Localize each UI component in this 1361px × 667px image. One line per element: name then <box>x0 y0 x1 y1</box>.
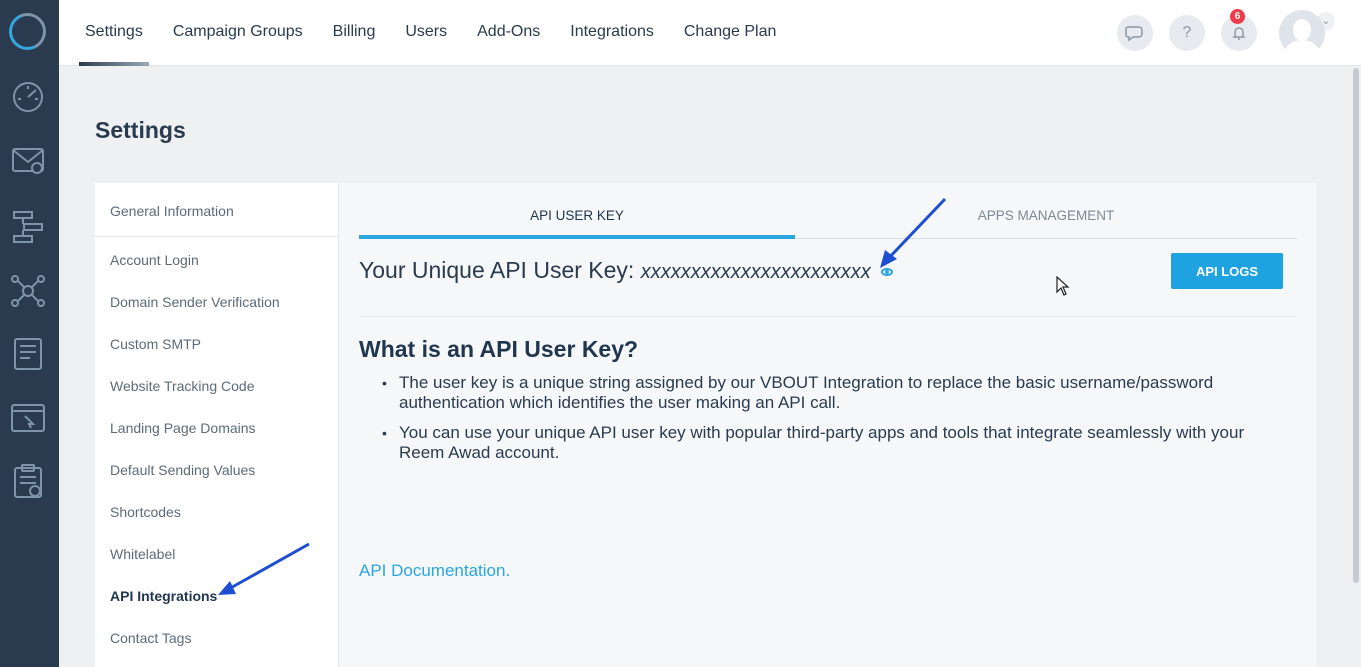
email-icon[interactable] <box>9 141 47 179</box>
nav-settings[interactable]: Settings <box>79 0 149 66</box>
network-icon[interactable] <box>9 272 47 310</box>
nav-add-ons[interactable]: Add-Ons <box>477 0 540 66</box>
nav-change-plan[interactable]: Change Plan <box>684 0 777 66</box>
sidebar-item-general-information[interactable]: General Information <box>110 203 234 219</box>
sidebar-item-shortcodes[interactable]: Shortcodes <box>110 504 181 520</box>
sidebar-item-custom-smtp[interactable]: Custom SMTP <box>110 336 201 352</box>
chat-icon[interactable] <box>1117 15 1153 51</box>
user-avatar[interactable] <box>1279 10 1325 56</box>
sidebar-item-api-integrations[interactable]: API Integrations <box>110 588 217 604</box>
dashboard-icon[interactable] <box>9 76 47 114</box>
main-nav: Settings Campaign Groups Billing Users A… <box>79 0 806 66</box>
help-label: ? <box>1182 24 1192 41</box>
tab-apps-management[interactable]: APPS MANAGEMENT <box>795 183 1297 239</box>
page-title: Settings <box>95 117 186 143</box>
sidebar-item-whitelabel[interactable]: Whitelabel <box>110 546 175 562</box>
nav-users[interactable]: Users <box>405 0 447 66</box>
api-logs-button[interactable]: API LOGS <box>1171 253 1283 289</box>
notifications-badge: 6 <box>1230 9 1245 24</box>
sidebar-item-domain-sender-verification[interactable]: Domain Sender Verification <box>110 294 280 310</box>
sidebar-item-contact-tags[interactable]: Contact Tags <box>110 630 191 646</box>
eye-icon[interactable] <box>881 267 894 276</box>
notifications-bell-icon[interactable]: 6 <box>1221 9 1257 51</box>
api-panel: API USER KEY APPS MANAGEMENT Your Unique… <box>339 183 1317 667</box>
list-item: The user key is a unique string assigned… <box>379 373 1279 413</box>
nav-integrations[interactable]: Integrations <box>570 0 654 66</box>
api-key-label: Your Unique API User Key: <box>359 257 635 283</box>
nav-campaign-groups[interactable]: Campaign Groups <box>173 0 303 66</box>
list-item: You can use your unique API user key wit… <box>379 423 1279 463</box>
workflow-icon[interactable] <box>9 208 47 246</box>
nav-billing[interactable]: Billing <box>333 0 376 66</box>
sidebar-item-default-sending-values[interactable]: Default Sending Values <box>110 462 255 478</box>
api-key-value: xxxxxxxxxxxxxxxxxxxxxxx <box>640 261 871 283</box>
page-scrollbar[interactable] <box>1353 68 1359 583</box>
api-documentation-link[interactable]: API Documentation. <box>359 561 510 581</box>
mouse-cursor-icon <box>1056 276 1070 296</box>
app-rail <box>0 0 59 667</box>
sidebar-item-landing-page-domains[interactable]: Landing Page Domains <box>110 420 256 436</box>
sidebar-divider <box>95 236 339 237</box>
api-key-description-list: The user key is a unique string assigned… <box>379 373 1279 473</box>
help-icon[interactable]: ? <box>1169 15 1205 51</box>
what-is-api-key-heading: What is an API User Key? <box>359 336 639 362</box>
api-key-row: Your Unique API User Key: xxxxxxxxxxxxxx… <box>359 257 894 284</box>
sidebar-item-account-login[interactable]: Account Login <box>110 252 199 268</box>
app-logo-icon[interactable] <box>3 7 52 56</box>
landing-page-icon[interactable] <box>9 399 47 437</box>
sidebar-item-website-tracking-code[interactable]: Website Tracking Code <box>110 378 254 394</box>
settings-sidebar: General Information Account Login Domain… <box>95 183 339 667</box>
api-tabs: API USER KEY APPS MANAGEMENT <box>359 183 1297 239</box>
top-bar: Settings Campaign Groups Billing Users A… <box>59 0 1361 66</box>
forms-icon[interactable] <box>9 335 47 373</box>
tab-api-user-key[interactable]: API USER KEY <box>359 183 795 239</box>
clipboard-icon[interactable] <box>9 462 47 500</box>
section-divider <box>359 316 1297 317</box>
